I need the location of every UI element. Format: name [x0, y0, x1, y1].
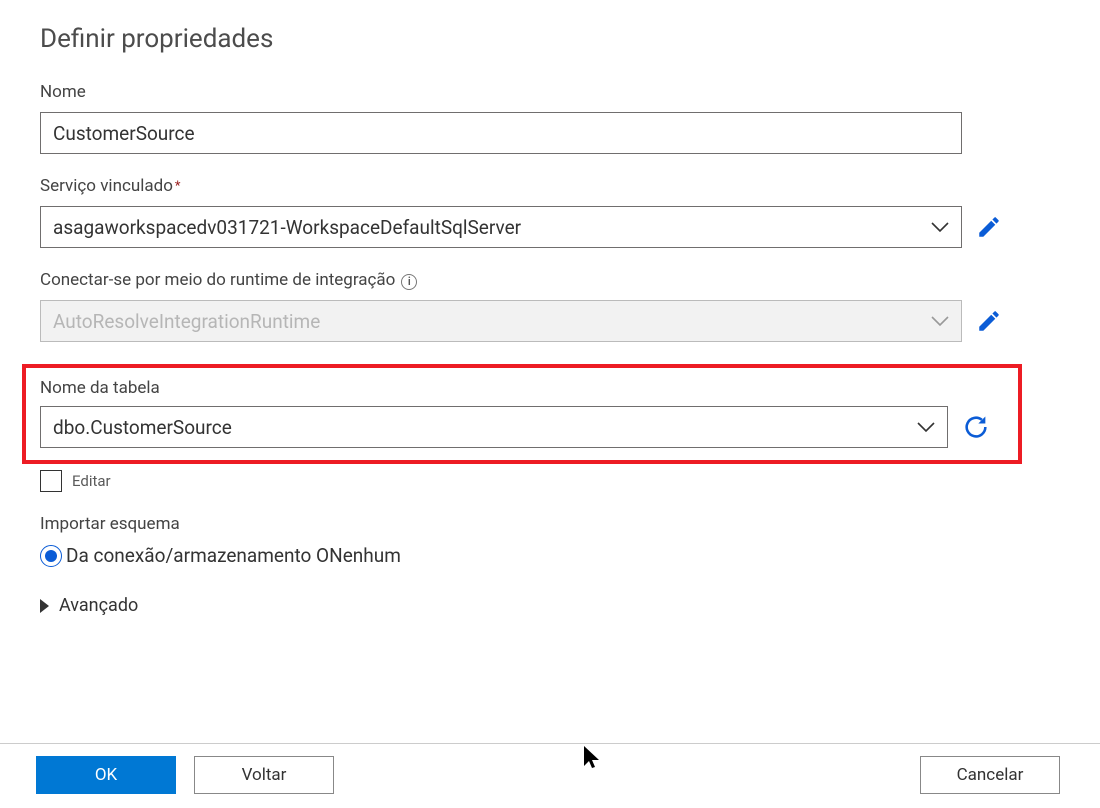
panel-content: Definir propriedades Nome CustomerSource…: [0, 0, 1100, 743]
chevron-down-icon: [931, 221, 949, 233]
radio-from-connection[interactable]: [40, 545, 62, 567]
cancel-button[interactable]: Cancelar: [920, 756, 1060, 794]
ok-button[interactable]: OK: [36, 756, 176, 794]
radio-option-label: Da conexão/armazenamento ONenhum: [66, 544, 401, 567]
edit-checkbox-row: Editar: [40, 470, 1060, 492]
field-name: Nome CustomerSource: [40, 82, 1060, 154]
edit-checkbox-label: Editar: [72, 472, 111, 490]
integration-runtime-select[interactable]: AutoResolveIntegrationRuntime: [40, 300, 962, 342]
field-table-name-highlight: Nome da tabela dbo.CustomerSource Editar: [40, 364, 1060, 492]
name-input[interactable]: CustomerSource: [40, 112, 962, 154]
name-input-value: CustomerSource: [53, 122, 195, 145]
field-integration-runtime: Conectar-se por meio do runtime de integ…: [40, 270, 1060, 342]
label-table-name: Nome da tabela: [40, 378, 1004, 398]
pencil-icon[interactable]: [976, 308, 1002, 334]
table-name-value: dbo.CustomerSource: [53, 416, 232, 439]
required-asterisk: *: [175, 179, 181, 194]
table-name-select[interactable]: dbo.CustomerSource: [40, 406, 948, 448]
highlight-box: Nome da tabela dbo.CustomerSource: [22, 364, 1022, 464]
panel-footer: OK Voltar Cancelar: [0, 743, 1100, 808]
label-name: Nome: [40, 82, 1060, 102]
label-linked-service-text: Serviço vinculado: [40, 176, 173, 196]
chevron-down-icon: [917, 421, 935, 433]
field-import-schema: Importar esquema Da conexão/armazenament…: [40, 514, 1060, 567]
field-linked-service: Serviço vinculado* asagaworkspacedv03172…: [40, 176, 1060, 248]
advanced-label: Avançado: [59, 595, 138, 616]
linked-service-select[interactable]: asagaworkspacedv031721-WorkspaceDefaultS…: [40, 206, 962, 248]
label-integration-runtime-text: Conectar-se por meio do runtime de integ…: [40, 270, 395, 290]
set-properties-panel: Definir propriedades Nome CustomerSource…: [0, 0, 1100, 808]
chevron-down-icon: [931, 315, 949, 327]
label-import-schema: Importar esquema: [40, 514, 1060, 534]
refresh-icon[interactable]: [962, 413, 990, 441]
info-icon-wrap: [401, 270, 417, 290]
cursor-icon: [582, 744, 602, 774]
edit-checkbox[interactable]: [40, 470, 62, 492]
label-integration-runtime: Conectar-se por meio do runtime de integ…: [40, 270, 1060, 290]
label-linked-service: Serviço vinculado*: [40, 176, 1060, 196]
import-schema-options: Da conexão/armazenamento ONenhum: [40, 544, 1060, 567]
back-button[interactable]: Voltar: [194, 756, 334, 794]
linked-service-value: asagaworkspacedv031721-WorkspaceDefaultS…: [53, 216, 521, 239]
integration-runtime-value: AutoResolveIntegrationRuntime: [53, 310, 320, 333]
radio-option-connection: Da conexão/armazenamento ONenhum: [40, 544, 401, 567]
chevron-right-icon: [40, 599, 49, 613]
panel-title: Definir propriedades: [40, 24, 1060, 54]
advanced-expander[interactable]: Avançado: [40, 595, 1060, 616]
info-icon[interactable]: [401, 274, 417, 290]
pencil-icon[interactable]: [976, 214, 1002, 240]
